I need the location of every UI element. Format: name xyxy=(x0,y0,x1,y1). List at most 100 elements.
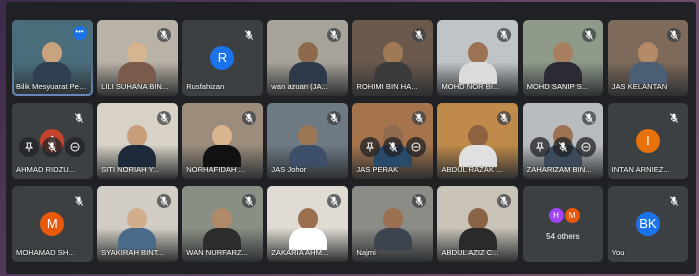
more-options-icon[interactable]: ••• xyxy=(72,26,87,40)
participant-tile[interactable]: ABDUL RAZAK ... xyxy=(437,103,518,179)
participant-tile[interactable]: ZAKARIA AHM... xyxy=(267,186,348,262)
participant-tile[interactable]: ZAHARIZAM BIN... xyxy=(522,103,604,179)
participant-figure xyxy=(118,208,157,252)
pin-icon[interactable] xyxy=(359,137,380,157)
participant-name: Rusfahizan xyxy=(186,82,225,91)
participant-tile[interactable]: NORHAFIDAH ... xyxy=(182,103,263,179)
mic-off-icon xyxy=(326,111,341,125)
mic-off-icon xyxy=(411,111,426,125)
participant-name: WAN NURFARZ... xyxy=(186,248,248,257)
participant-name: NORHAFIDAH ... xyxy=(186,165,245,174)
participant-figure xyxy=(203,208,242,252)
participant-tile[interactable]: SITI NORIAH Y... xyxy=(97,103,178,179)
participant-name: ZAKARIA AHM... xyxy=(271,248,329,257)
participant-figure xyxy=(288,42,327,86)
participant-tile[interactable]: JAS PERAK xyxy=(352,103,433,179)
mute-icon[interactable] xyxy=(42,137,63,157)
participant-tile[interactable]: ABDUL AZIZ C... xyxy=(437,186,518,262)
participant-figure xyxy=(373,42,412,86)
participant-figure xyxy=(33,42,72,86)
participant-figure xyxy=(458,208,497,252)
mic-off-icon xyxy=(496,194,511,208)
participant-figure xyxy=(288,125,327,169)
mic-off-icon xyxy=(156,28,171,42)
mic-off-icon xyxy=(241,194,256,208)
participant-figure xyxy=(373,208,412,252)
participant-name: Najmi xyxy=(356,248,376,257)
participant-name: MOHD SANIP S... xyxy=(526,82,589,91)
mic-off-icon xyxy=(326,28,341,42)
pin-icon[interactable] xyxy=(19,137,40,157)
participant-figure xyxy=(288,208,327,252)
participant-tile[interactable]: I INTAN ARNIEZ... xyxy=(607,103,689,179)
participant-name: AHMAD RIDZU... xyxy=(16,165,76,174)
mute-icon[interactable] xyxy=(552,137,573,157)
participant-name: JAS KELANTAN xyxy=(611,82,668,91)
participant-name: You xyxy=(611,248,625,257)
others-avatar: M xyxy=(564,208,580,223)
participant-tile[interactable]: MOHD NOR BI... xyxy=(437,20,518,96)
participant-name: SYAKIRAH BINT... xyxy=(101,248,164,257)
mic-off-icon xyxy=(156,111,171,125)
mic-off-icon xyxy=(71,194,86,208)
mic-off-icon xyxy=(667,194,682,208)
tile-hover-controls xyxy=(359,137,426,157)
mic-off-icon xyxy=(71,111,86,125)
participant-tile[interactable]: M MOHAMAD SH... xyxy=(12,186,93,262)
participant-figure xyxy=(628,42,667,86)
participant-name: INTAN ARNIEZ... xyxy=(611,165,670,174)
participant-name: ABDUL RAZAK ... xyxy=(441,165,503,174)
mic-off-icon xyxy=(582,28,597,42)
participant-tile[interactable]: ••• Bilik Mesyuarat Perdana xyxy=(12,20,93,96)
participant-figure xyxy=(458,125,497,169)
participant-grid: ••• Bilik Mesyuarat Perdana LILI SUHANA BI… xyxy=(12,20,690,268)
mic-off-icon xyxy=(156,194,171,208)
participant-tile[interactable]: Najmi xyxy=(352,186,433,262)
participant-name: ROHIMI BIN HA... xyxy=(356,82,418,91)
participant-name: MOHAMAD SH... xyxy=(16,248,75,257)
participant-tile[interactable]: JAS Johor xyxy=(267,103,348,179)
pin-icon[interactable] xyxy=(529,137,550,157)
participant-name: JAS Johor xyxy=(271,165,307,174)
participant-tile[interactable]: SYAKIRAH BINT... xyxy=(97,186,178,262)
participant-name: JAS PERAK xyxy=(356,165,399,174)
participant-name: ZAHARIZAM BIN... xyxy=(526,165,592,174)
participant-tile[interactable]: JAS KELANTAN xyxy=(607,20,689,96)
participant-avatar: R xyxy=(210,46,235,70)
tile-hover-controls xyxy=(529,137,596,157)
participant-tile[interactable]: WAN NURFARZ... xyxy=(182,186,263,262)
participant-figure xyxy=(203,125,242,169)
mic-off-icon xyxy=(496,28,511,42)
participant-name: SITI NORIAH Y... xyxy=(101,165,160,174)
participant-tile[interactable]: ROHIMI BIN HA... xyxy=(352,20,433,96)
mic-off-icon xyxy=(411,28,426,42)
participant-tile[interactable]: wan azuan (JA... xyxy=(267,20,348,96)
mic-off-icon xyxy=(667,111,682,125)
participant-name: MOHD NOR BI... xyxy=(441,82,500,91)
mic-off-icon xyxy=(241,28,256,42)
others-count: 54 others xyxy=(546,232,580,241)
participant-figure xyxy=(458,42,497,86)
participant-tile[interactable]: AAHMAD RIDZU... xyxy=(12,103,93,179)
participant-avatar: M xyxy=(40,212,65,236)
mic-off-icon xyxy=(411,194,426,208)
participant-tile[interactable]: R Rusfahizan xyxy=(182,20,263,96)
remove-icon[interactable] xyxy=(65,137,86,157)
remove-icon[interactable] xyxy=(575,137,596,157)
participant-tile[interactable]: MOHD SANIP S... xyxy=(522,20,604,96)
participant-avatar: BK xyxy=(635,212,660,236)
participant-name: LILI SUHANA BIN... xyxy=(101,82,169,91)
participant-avatar: I xyxy=(635,129,660,153)
participant-figure xyxy=(118,125,157,169)
participant-tile[interactable]: BK You xyxy=(607,186,689,262)
participant-name: wan azuan (JA... xyxy=(271,82,328,91)
tile-hover-controls xyxy=(19,137,86,157)
mic-off-icon xyxy=(326,194,341,208)
participant-figure xyxy=(543,42,582,86)
participant-tile[interactable]: H M 54 others xyxy=(522,186,604,262)
mic-off-icon xyxy=(582,111,597,125)
remove-icon[interactable] xyxy=(405,137,426,157)
mic-off-icon xyxy=(496,111,511,125)
mute-icon[interactable] xyxy=(382,137,403,157)
participant-tile[interactable]: LILI SUHANA BIN... xyxy=(97,20,178,96)
